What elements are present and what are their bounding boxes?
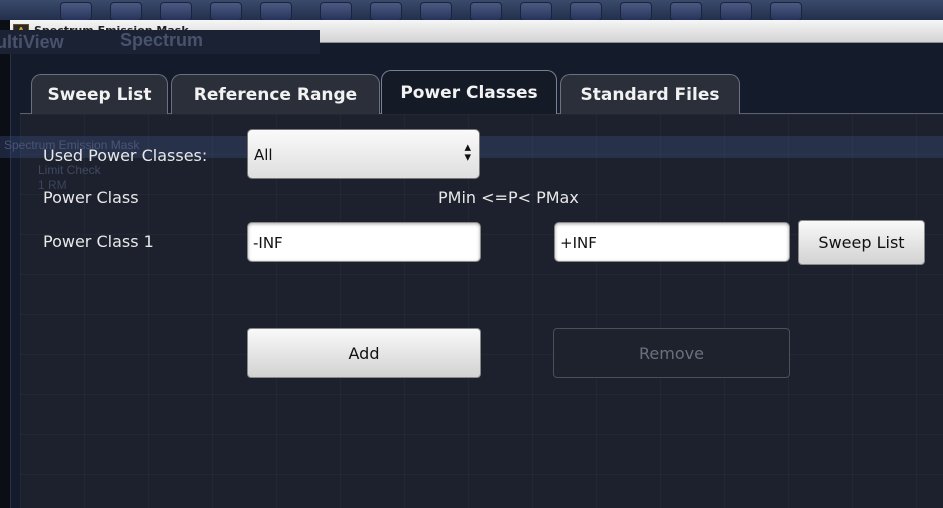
- toolbar-button[interactable]: [520, 2, 552, 21]
- updown-arrow-icon: ▴ ▾: [464, 140, 471, 165]
- pmin-value: -INF: [253, 234, 283, 252]
- add-button[interactable]: Add: [247, 328, 481, 378]
- toolbar-button[interactable]: [720, 2, 752, 21]
- sweep-list-button[interactable]: Sweep List: [798, 220, 925, 265]
- toolbar-button[interactable]: [770, 2, 802, 21]
- used-power-classes-select[interactable]: All ▴ ▾: [247, 129, 480, 179]
- tab-power-classes[interactable]: Power Classes: [381, 70, 557, 114]
- background-multiview-label: ultiView: [0, 32, 64, 52]
- power-class-column-header: Power Class: [43, 188, 139, 207]
- power-class-1-label: Power Class 1: [43, 232, 154, 251]
- background-spectrum-label: Spectrum: [120, 30, 204, 50]
- toolbar-button[interactable]: [470, 2, 502, 21]
- toolbar-button[interactable]: [670, 2, 702, 21]
- tab-sweep-list[interactable]: Sweep List: [31, 74, 168, 114]
- toolbar-button[interactable]: [110, 2, 142, 21]
- toolbar-button[interactable]: [370, 2, 402, 21]
- toolbar-button[interactable]: [570, 2, 602, 21]
- toolbar-button[interactable]: [620, 2, 652, 21]
- used-power-classes-value: All: [254, 146, 273, 164]
- toolbar-button[interactable]: [260, 2, 292, 21]
- toolbar-button[interactable]: [160, 2, 192, 21]
- pmax-value: +INF: [560, 234, 597, 252]
- used-power-classes-label: Used Power Classes:: [43, 146, 208, 165]
- pmin-field[interactable]: -INF: [247, 222, 481, 262]
- background-text: Limit Check: [38, 163, 101, 177]
- tab-standard-files[interactable]: Standard Files: [560, 74, 740, 114]
- toolbar-button[interactable]: [420, 2, 452, 21]
- toolbar-button[interactable]: [210, 2, 242, 21]
- app-toolbar: [0, 0, 943, 21]
- power-range-column-header: PMin <=P< PMax: [438, 188, 579, 207]
- toolbar-button[interactable]: [60, 2, 92, 21]
- tab-reference-range[interactable]: Reference Range: [171, 74, 380, 114]
- remove-button[interactable]: Remove: [553, 328, 790, 378]
- screen: ⋀ Spectrum Emission Mask ultiView Spectr…: [0, 0, 943, 508]
- pmax-field[interactable]: +INF: [554, 222, 790, 262]
- toolbar-button[interactable]: [320, 2, 352, 21]
- power-classes-panel: [20, 114, 943, 508]
